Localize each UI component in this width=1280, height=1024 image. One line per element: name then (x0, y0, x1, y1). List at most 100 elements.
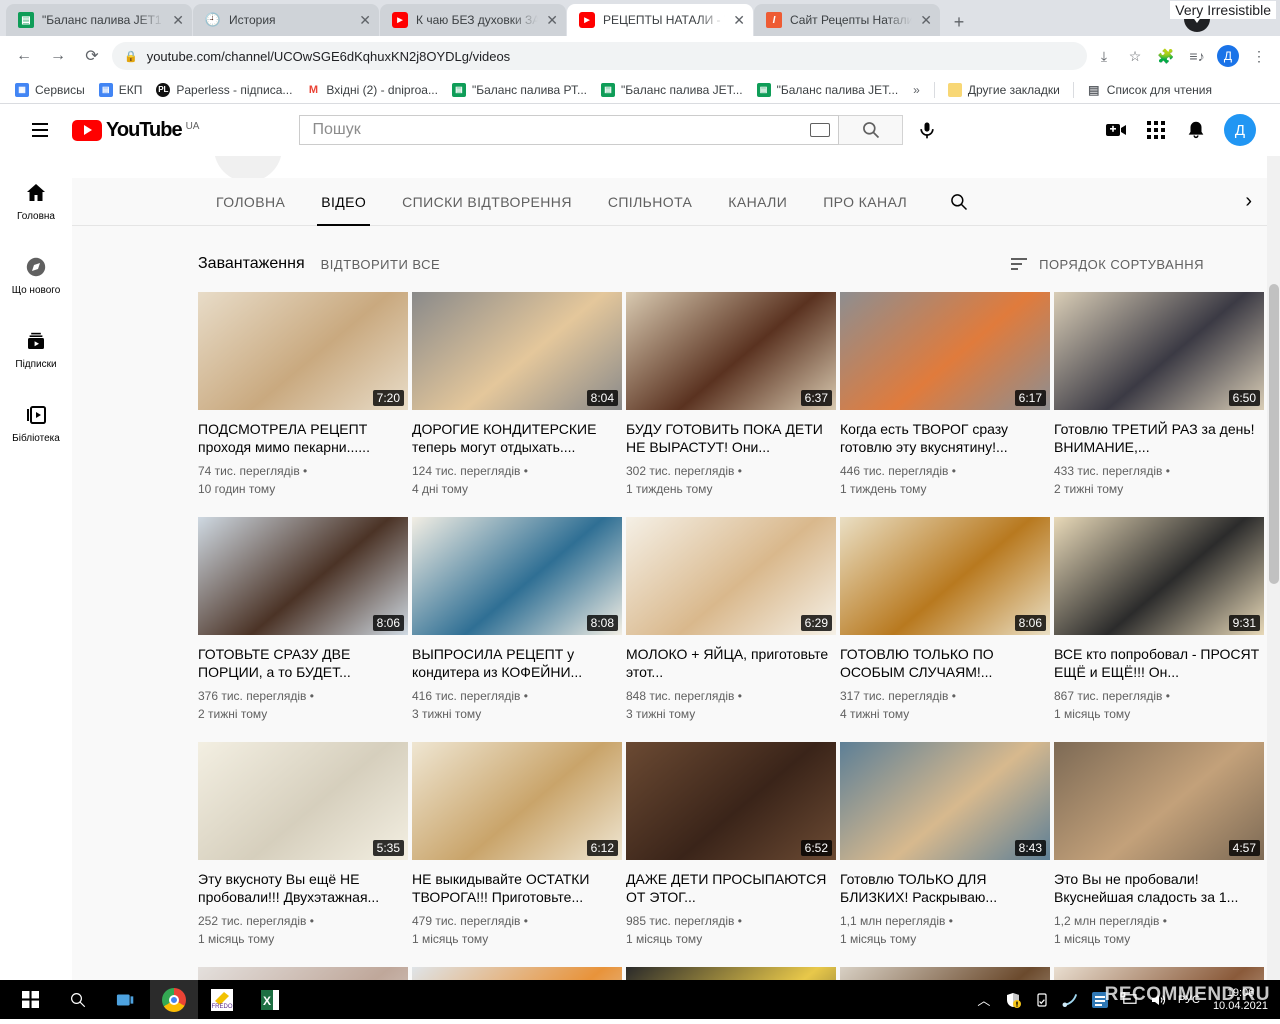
page-scrollbar[interactable] (1267, 156, 1280, 980)
browser-tab[interactable]: ▤ "Баланс палива JET1 за К ✕ (6, 4, 192, 36)
bookmark-item[interactable]: ▤ "Баланс палива РТ... (445, 81, 594, 99)
video-thumbnail[interactable]: 6:12 (412, 742, 622, 860)
bookmark-item[interactable]: PL Paperless - підписа... (149, 81, 299, 99)
voice-search-button[interactable] (907, 110, 947, 150)
reading-list-button[interactable]: ▤ Список для чтения (1080, 81, 1219, 99)
video-thumbnail[interactable]: 4:57 (1054, 742, 1264, 860)
bookmark-item[interactable]: ▤ ЕКП (92, 81, 150, 99)
channel-search-icon[interactable] (949, 192, 969, 212)
video-card[interactable]: 6:12 НЕ выкидывайте ОСТАТКИ ТВОРОГА!!! Пр… (412, 742, 622, 948)
keyboard-icon[interactable] (810, 123, 831, 137)
video-title[interactable]: ПОДСМОТРЕЛА РЕЦЕПТ проходя мимо пекарни.… (198, 420, 408, 456)
video-thumbnail[interactable]: 8:43 (840, 742, 1050, 860)
chevron-right-icon[interactable]: › (1245, 190, 1252, 213)
video-card-partial[interactable] (626, 967, 836, 980)
close-icon[interactable]: ✕ (359, 13, 371, 27)
video-card[interactable]: 8:06 ГОТОВЛЮ ТОЛЬКО ПО ОСОБЫМ СЛУЧАЯМ!...… (840, 517, 1050, 723)
video-card[interactable]: 8:43 Готовлю ТОЛЬКО ДЛЯ БЛИЗКИХ! Раскрыва… (840, 742, 1050, 948)
browser-tab[interactable]: I Сайт Рецепты Натали | С ✕ (754, 4, 940, 36)
video-thumbnail[interactable]: 6:29 (626, 517, 836, 635)
account-avatar[interactable]: Д (1224, 114, 1256, 146)
video-card[interactable]: 4:57 Это Вы не пробовали! Вкуснейшая слад… (1054, 742, 1264, 948)
scrollbar-thumb[interactable] (1269, 284, 1279, 584)
menu-icon[interactable] (20, 110, 60, 150)
video-card[interactable]: 6:37 БУДУ ГОТОВИТЬ ПОКА ДЕТИ НЕ ВЫРАСТУТ!… (626, 292, 836, 498)
video-card-partial[interactable] (198, 967, 408, 980)
close-icon[interactable]: ✕ (733, 13, 745, 27)
close-icon[interactable]: ✕ (172, 13, 184, 27)
video-thumbnail[interactable]: 5:35 (198, 742, 408, 860)
notifications-bell-icon[interactable] (1184, 118, 1208, 142)
video-thumbnail[interactable]: 7:20 (198, 292, 408, 410)
video-title[interactable]: ГОТОВЛЮ ТОЛЬКО ПО ОСОБЫМ СЛУЧАЯМ!... (840, 645, 1050, 681)
video-card[interactable]: 8:04 ДОРОГИЕ КОНДИТЕРСКИЕ теперь могут от… (412, 292, 622, 498)
tab-channels[interactable]: КАНАЛИ (710, 178, 805, 226)
browser-tab-active[interactable]: РЕЦЕПТЫ НАТАЛИ - YouT ✕ (567, 4, 753, 36)
search-box[interactable] (299, 115, 840, 145)
video-title[interactable]: ГОТОВЬТЕ СРАЗУ ДВЕ ПОРЦИИ, а то БУДЕТ... (198, 645, 408, 681)
forward-icon[interactable]: → (44, 42, 72, 70)
sidebar-item-subscriptions[interactable]: Підписки (0, 312, 72, 386)
play-all-button[interactable]: ВІДТВОРИТИ ВСЕ (321, 257, 441, 272)
video-title[interactable]: ВЫПРОСИЛА РЕЦЕПТ у кондитера из КОФЕЙНИ.… (412, 645, 622, 681)
video-thumbnail[interactable] (198, 967, 408, 980)
task-view-icon[interactable] (102, 980, 150, 1019)
video-thumbnail[interactable] (1054, 967, 1264, 980)
usb-icon[interactable] (1033, 991, 1051, 1009)
video-title[interactable]: Готовлю ТРЕТИЙ РАЗ за день! ВНИМАНИЕ,... (1054, 420, 1264, 456)
sort-order-button[interactable]: ПОРЯДОК СОРТУВАННЯ (1011, 257, 1204, 272)
fredo-icon[interactable]: FREDO (198, 980, 246, 1019)
chevron-up-icon[interactable]: ︿ (975, 991, 993, 1009)
video-card[interactable]: 7:20 ПОДСМОТРЕЛА РЕЦЕПТ проходя мимо пека… (198, 292, 408, 498)
windows-start-icon[interactable] (6, 980, 54, 1019)
video-thumbnail[interactable]: 8:06 (840, 517, 1050, 635)
bookmarks-overflow-icon[interactable]: » (905, 81, 928, 99)
tab-community[interactable]: СПІЛЬНОТА (590, 178, 710, 226)
close-icon[interactable]: ✕ (920, 13, 932, 27)
video-card-partial[interactable] (412, 967, 622, 980)
video-card[interactable]: 6:52 ДАЖЕ ДЕТИ ПРОСЫПАЮТСЯ ОТ ЭТОГ... 985 … (626, 742, 836, 948)
video-card[interactable]: 6:50 Готовлю ТРЕТИЙ РАЗ за день! ВНИМАНИЕ… (1054, 292, 1264, 498)
video-thumbnail[interactable]: 6:37 (626, 292, 836, 410)
video-card[interactable]: 9:31 ВСЕ кто попробовал - ПРОСЯТ ЕЩЁ и ЕЩ… (1054, 517, 1264, 723)
new-tab-button[interactable]: + (945, 8, 973, 36)
bookmark-item[interactable]: ▦ Сервисы (8, 81, 92, 99)
browser-tab[interactable]: К чаю БЕЗ духовки ЗА 5 ✕ (380, 4, 566, 36)
tab-home[interactable]: ГОЛОВНА (198, 178, 303, 226)
tab-playlists[interactable]: СПИСКИ ВІДТВОРЕННЯ (384, 178, 590, 226)
bookmark-item[interactable]: ▤ "Баланс палива JET... (594, 81, 750, 99)
tab-videos[interactable]: ВІДЕО (303, 178, 384, 226)
video-title[interactable]: Готовлю ТОЛЬКО ДЛЯ БЛИЗКИХ! Раскрываю... (840, 870, 1050, 906)
video-thumbnail[interactable]: 6:50 (1054, 292, 1264, 410)
video-thumbnail[interactable] (840, 967, 1050, 980)
video-card[interactable]: 5:35 Эту вкусноту Вы ещё НЕ пробовали!!! … (198, 742, 408, 948)
download-icon[interactable]: ⤓ (1093, 45, 1115, 67)
bookmark-item[interactable]: M Вхідні (2) - dniproa... (299, 81, 445, 99)
video-thumbnail[interactable] (412, 967, 622, 980)
security-warning-icon[interactable] (1004, 991, 1022, 1009)
extensions-puzzle-icon[interactable]: 🧩 (1155, 45, 1177, 67)
video-card[interactable]: 6:29 МОЛОКО + ЯЙЦА, приготовьте этот... 84… (626, 517, 836, 723)
profile-avatar[interactable]: Д (1217, 45, 1239, 67)
video-thumbnail[interactable] (626, 967, 836, 980)
reload-icon[interactable]: ⟳ (78, 42, 106, 70)
video-card[interactable]: 6:17 Когда есть ТВОРОГ сразу готовлю эту … (840, 292, 1050, 498)
video-title[interactable]: Когда есть ТВОРОГ сразу готовлю эту вкус… (840, 420, 1050, 456)
video-title[interactable]: МОЛОКО + ЯЙЦА, приготовьте этот... (626, 645, 836, 681)
excel-icon[interactable]: X (246, 980, 294, 1019)
youtube-logo[interactable]: YouTube UA (72, 119, 199, 142)
search-input[interactable] (312, 121, 811, 139)
video-card-partial[interactable] (1054, 967, 1264, 980)
video-thumbnail[interactable]: 6:17 (840, 292, 1050, 410)
sidebar-item-library[interactable]: Бібліотека (0, 386, 72, 460)
chrome-icon[interactable] (150, 980, 198, 1019)
bookmark-star-icon[interactable]: ☆ (1124, 45, 1146, 67)
video-title[interactable]: Эту вкусноту Вы ещё НЕ пробовали!!! Двух… (198, 870, 408, 906)
video-thumbnail[interactable]: 8:08 (412, 517, 622, 635)
satellite-icon[interactable] (1062, 991, 1080, 1009)
video-title[interactable]: ВСЕ кто попробовал - ПРОСЯТ ЕЩЁ и ЕЩЁ!!!… (1054, 645, 1264, 681)
video-card[interactable]: 8:06 ГОТОВЬТЕ СРАЗУ ДВЕ ПОРЦИИ, а то БУДЕ… (198, 517, 408, 723)
video-thumbnail[interactable]: 6:52 (626, 742, 836, 860)
video-thumbnail[interactable]: 9:31 (1054, 517, 1264, 635)
browser-tab[interactable]: 🕘 История ✕ (193, 4, 379, 36)
